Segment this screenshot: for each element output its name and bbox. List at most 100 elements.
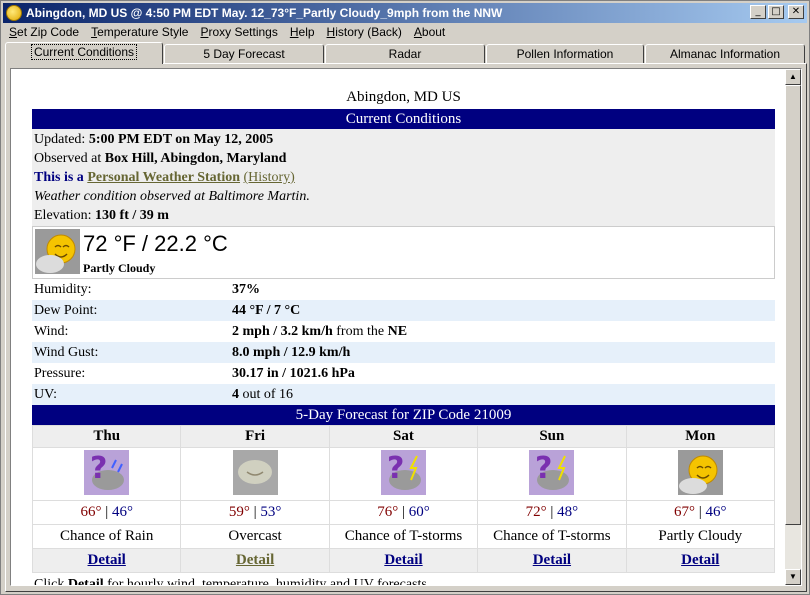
- table-row: UV: 4 out of 16: [32, 384, 775, 405]
- forecast-temp-cell: 67° | 46°: [625, 500, 776, 525]
- menu-bar: Set Zip Code Temperature Style Proxy Set…: [3, 23, 451, 41]
- close-button[interactable]: ✕: [788, 5, 804, 19]
- low-temp: 60°: [408, 504, 430, 520]
- menu-help[interactable]: Help: [284, 23, 321, 41]
- menu-about[interactable]: About: [408, 23, 451, 41]
- detail-link-fri[interactable]: Detail: [236, 552, 274, 568]
- wind-suffix: from the: [332, 323, 388, 339]
- observations-table: Humidity: 37% Dew Point: 44 °F / 7 °C Wind…: [32, 279, 775, 405]
- tab-5-day-forecast[interactable]: 5 Day Forecast: [164, 44, 324, 64]
- low-temp: 46°: [111, 504, 133, 520]
- forecast-conditions-row: Chance of Rain Overcast Chance of T-stor…: [31, 524, 776, 549]
- wind-gust-label: Wind Gust:: [34, 344, 99, 360]
- detail-link-mon[interactable]: Detail: [681, 552, 719, 568]
- forecast-table: Thu Fri Sat Sun Mon ? ? ? 66° | 46° 59° …: [31, 425, 776, 573]
- low-temp: 46°: [705, 504, 727, 520]
- forecast-temp-cell: 59° | 53°: [180, 500, 330, 525]
- scroll-thumb[interactable]: [785, 85, 801, 525]
- detail-link-sun[interactable]: Detail: [533, 552, 571, 568]
- sun-icon: [6, 5, 22, 21]
- menu-history-back[interactable]: History (Back): [321, 23, 408, 41]
- overcast-icon: [232, 450, 278, 495]
- forecast-footnote: Click Detail for hourly wind, temperatur…: [32, 573, 775, 585]
- forecast-temp-cell: 66° | 46°: [31, 500, 182, 525]
- detail-link-sat[interactable]: Detail: [384, 552, 422, 568]
- minimize-button[interactable]: _: [750, 5, 766, 19]
- table-row: Humidity: 37%: [32, 279, 775, 300]
- detail-cell: Detail: [477, 548, 627, 573]
- dew-point-cell: 44 °F / 7 °C: [230, 300, 775, 321]
- pressure-value: 30.17 in / 1021.6 hPa: [232, 365, 355, 381]
- forecast-header: 5-Day Forecast for ZIP Code 21009: [32, 405, 775, 425]
- forecast-icon-cell: [180, 447, 330, 501]
- uv-label: UV:: [34, 386, 58, 402]
- humidity-cell: 37%: [230, 279, 775, 300]
- observed-value: Box Hill, Abingdon, Maryland: [104, 151, 287, 166]
- forecast-day: Fri: [180, 425, 330, 448]
- tab-panel: Abingdon, MD US Current Conditions Updat…: [5, 63, 807, 592]
- partly-cloudy-icon: [677, 450, 723, 495]
- forecast-condition: Overcast: [180, 524, 330, 549]
- forecast-temp-cell: 76° | 60°: [328, 500, 479, 525]
- scroll-up-icon[interactable]: ▲: [785, 69, 801, 85]
- forecast-days-row: Thu Fri Sat Sun Mon: [31, 425, 776, 448]
- current-summary: Updated: 5:00 PM EDT on May 12, 2005 Obs…: [32, 129, 775, 226]
- dew-point-value: 44 °F / 7 °C: [232, 302, 301, 318]
- location-title: Abingdon, MD US: [346, 89, 461, 105]
- forecast-condition: Chance of Rain: [31, 524, 182, 549]
- updated-value: 5:00 PM EDT on May 12, 2005: [88, 132, 274, 147]
- tab-radar[interactable]: Radar: [325, 44, 485, 64]
- table-row: Pressure: 30.17 in / 1021.6 hPa: [32, 363, 775, 384]
- menu-temperature-style[interactable]: Temperature Style: [85, 23, 194, 41]
- pws-lead: This is a: [34, 170, 84, 185]
- forecast-icon-cell: ?: [477, 447, 627, 501]
- history-link[interactable]: (History): [244, 170, 295, 185]
- pws-link[interactable]: Personal Weather Station: [87, 170, 240, 185]
- humidity-value: 37%: [232, 281, 260, 297]
- pressure-cell: 30.17 in / 1021.6 hPa: [230, 363, 775, 384]
- high-temp: 67°: [674, 504, 696, 520]
- detail-cell: Detail: [31, 548, 182, 573]
- forecast-day: Sun: [477, 425, 627, 448]
- forecast-day: Thu: [31, 425, 182, 448]
- pws-line: This is a Personal Weather Station (Hist…: [34, 168, 773, 187]
- current-conditions-header: Current Conditions: [32, 109, 775, 129]
- high-temp: 66°: [80, 504, 102, 520]
- wind-gust-cell: 8.0 mph / 12.9 km/h: [230, 342, 775, 363]
- wind-cell: 2 mph / 3.2 km/h from the NE: [230, 321, 775, 342]
- table-row: Wind: 2 mph / 3.2 km/h from the NE: [32, 321, 775, 342]
- detail-cell: Detail: [180, 548, 330, 573]
- forecast-condition: Partly Cloudy: [625, 524, 776, 549]
- maximize-button[interactable]: □: [768, 5, 784, 19]
- detail-link-thu[interactable]: Detail: [88, 552, 126, 568]
- svg-text:?: ?: [535, 451, 552, 486]
- updated-label: Updated:: [34, 132, 86, 147]
- uv-cell: 4 out of 16: [230, 384, 775, 405]
- elevation-line: Elevation: 130 ft / 39 m: [34, 206, 773, 225]
- high-temp: 76°: [377, 504, 399, 520]
- tab-label: Current Conditions: [30, 44, 138, 60]
- title-bar[interactable]: Abingdon, MD US @ 4:50 PM EDT May. 12_73…: [3, 3, 807, 23]
- svg-text:?: ?: [90, 451, 107, 486]
- svg-text:?: ?: [387, 451, 404, 486]
- tab-pollen-information[interactable]: Pollen Information: [486, 44, 644, 64]
- wind-value: 2 mph / 3.2 km/h: [232, 323, 333, 339]
- forecast-condition: Chance of T-storms: [328, 524, 479, 549]
- tab-current-conditions[interactable]: Current Conditions: [5, 42, 163, 64]
- tab-strip: Current Conditions 5 Day Forecast Radar …: [5, 42, 805, 64]
- elevation-value: 130 ft / 39 m: [95, 208, 169, 223]
- menu-set-zip-code[interactable]: Set Zip Code: [3, 23, 85, 41]
- scroll-down-icon[interactable]: ▼: [785, 569, 801, 585]
- wind-direction: NE: [387, 323, 408, 339]
- observed-note: Weather condition observed at Baltimore …: [34, 189, 310, 204]
- current-condition: Partly Cloudy: [83, 261, 156, 275]
- browser-view[interactable]: Abingdon, MD US Current Conditions Updat…: [10, 68, 802, 586]
- chance-tstorm-icon: ?: [380, 450, 426, 495]
- wind-label: Wind:: [34, 323, 69, 339]
- vertical-scrollbar[interactable]: ▲ ▼: [785, 69, 801, 585]
- tab-almanac-information[interactable]: Almanac Information: [645, 44, 805, 64]
- menu-proxy-settings[interactable]: Proxy Settings: [194, 23, 283, 41]
- uv-value: 4: [232, 386, 239, 402]
- table-row: Wind Gust: 8.0 mph / 12.9 km/h: [32, 342, 775, 363]
- temperature-box: 72 °F / 22.2 °C Partly Cloudy: [32, 226, 775, 279]
